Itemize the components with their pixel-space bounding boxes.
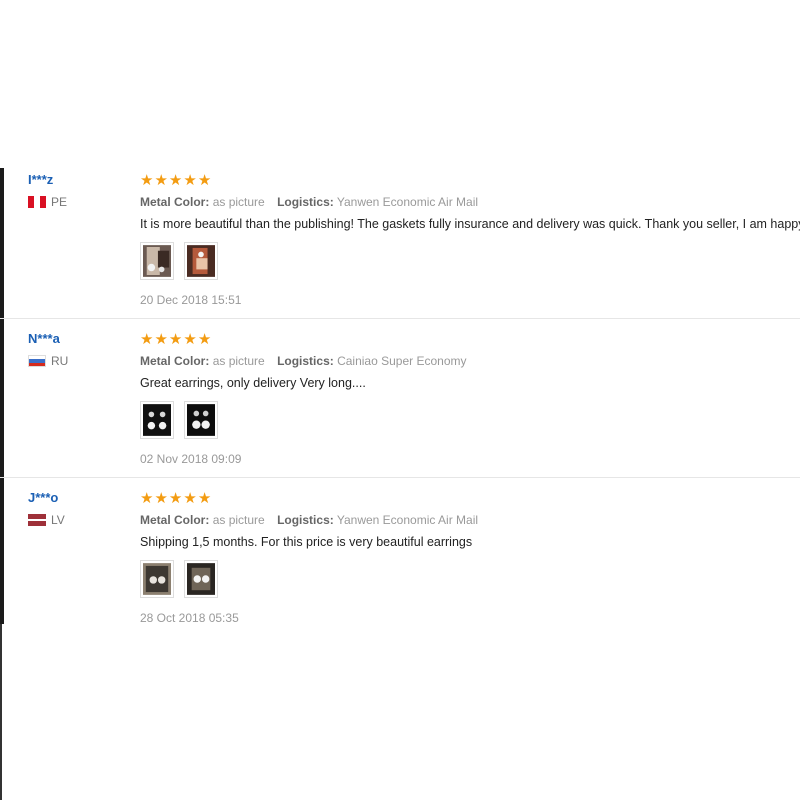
user-country: RU — [28, 354, 128, 368]
review-user: N***a RU — [28, 331, 128, 368]
review-meta: Metal Color: as picture Logistics: Yanwe… — [140, 512, 800, 528]
peru-flag-icon — [28, 196, 46, 208]
metal-color-value: as picture — [212, 354, 265, 368]
review-photo-thumbnail[interactable] — [184, 401, 219, 439]
logistics-value: Yanwen Economic Air Mail — [336, 195, 479, 209]
review-item: N***a RU ★★★★★ Metal Color: as picture L… — [0, 319, 800, 478]
star-icon: ★ — [168, 331, 183, 348]
metal-color-value: as picture — [212, 513, 265, 527]
review-date: 02 Nov 2018 09:09 — [140, 452, 242, 466]
review-body: ★★★★★ Metal Color: as picture Logistics:… — [140, 490, 800, 626]
review-photo-thumbnail[interactable] — [140, 560, 174, 598]
photo-icon — [143, 404, 171, 436]
review-user: J***o LV — [28, 490, 128, 527]
user-name-link[interactable]: N***a — [28, 331, 128, 347]
review-item: J***o LV ★★★★★ Metal Color: as picture L… — [0, 478, 800, 636]
star-icon: ★ — [197, 172, 212, 189]
user-name-link[interactable]: J***o — [28, 490, 128, 506]
review-meta: Metal Color: as picture Logistics: Yanwe… — [140, 194, 800, 210]
logistics-label: Logistics: — [277, 354, 334, 368]
metal-color-value: as picture — [212, 195, 265, 209]
country-code: RU — [51, 354, 69, 368]
star-icon: ★ — [154, 172, 168, 189]
photo-icon — [143, 563, 171, 595]
star-rating: ★★★★★ — [140, 331, 800, 348]
star-icon: ★ — [183, 172, 197, 189]
review-photos — [140, 401, 800, 441]
left-border-lower — [0, 624, 2, 800]
star-icon: ★ — [140, 490, 154, 507]
review-photo-thumbnail[interactable] — [184, 242, 219, 280]
review-user: I***z PE — [28, 172, 128, 209]
review-photo-thumbnail[interactable] — [140, 401, 174, 439]
photo-icon — [143, 245, 171, 277]
logistics-label: Logistics: — [277, 513, 334, 527]
country-code: PE — [51, 195, 68, 209]
review-body: ★★★★★ Metal Color: as picture Logistics:… — [140, 172, 800, 308]
review-text: It is more beautiful than the publishing… — [140, 217, 800, 231]
review-item: I***z PE ★★★★★ Metal Color: as picture L… — [0, 160, 800, 319]
metal-color-label: Metal Color: — [140, 354, 210, 368]
star-icon: ★ — [154, 490, 168, 507]
logistics-value: Yanwen Economic Air Mail — [336, 513, 479, 527]
review-text: Great earrings, only delivery Very long.… — [140, 376, 366, 390]
star-icon: ★ — [168, 490, 183, 507]
star-icon: ★ — [197, 490, 212, 507]
star-icon: ★ — [168, 172, 183, 189]
photo-icon — [187, 563, 216, 595]
metal-color-label: Metal Color: — [140, 513, 210, 527]
user-country: LV — [28, 513, 128, 527]
review-text: Shipping 1,5 months. For this price is v… — [140, 535, 473, 549]
review-date: 20 Dec 2018 15:51 — [140, 293, 242, 307]
country-code: LV — [51, 513, 65, 527]
review-body: ★★★★★ Metal Color: as picture Logistics:… — [140, 331, 800, 467]
star-rating: ★★★★★ — [140, 490, 800, 507]
star-icon: ★ — [183, 490, 197, 507]
review-photo-thumbnail[interactable] — [140, 242, 174, 280]
logistics-value: Cainiao Super Economy — [337, 354, 467, 368]
photo-icon — [187, 245, 216, 277]
review-photos — [140, 242, 800, 282]
star-icon: ★ — [140, 172, 154, 189]
user-country: PE — [28, 195, 128, 209]
russia-flag-icon — [28, 355, 46, 367]
star-rating: ★★★★★ — [140, 172, 800, 189]
review-meta: Metal Color: as picture Logistics: Caini… — [140, 353, 800, 369]
review-photos — [140, 560, 800, 600]
user-name-link[interactable]: I***z — [28, 172, 128, 188]
photo-icon — [187, 404, 216, 436]
star-icon: ★ — [140, 331, 154, 348]
review-list: I***z PE ★★★★★ Metal Color: as picture L… — [0, 160, 800, 636]
star-icon: ★ — [183, 331, 197, 348]
logistics-label: Logistics: — [277, 195, 334, 209]
review-photo-thumbnail[interactable] — [184, 560, 219, 598]
star-icon: ★ — [197, 331, 212, 348]
star-icon: ★ — [154, 331, 168, 348]
review-date: 28 Oct 2018 05:35 — [140, 611, 239, 625]
latvia-flag-icon — [28, 514, 46, 526]
metal-color-label: Metal Color: — [140, 195, 210, 209]
